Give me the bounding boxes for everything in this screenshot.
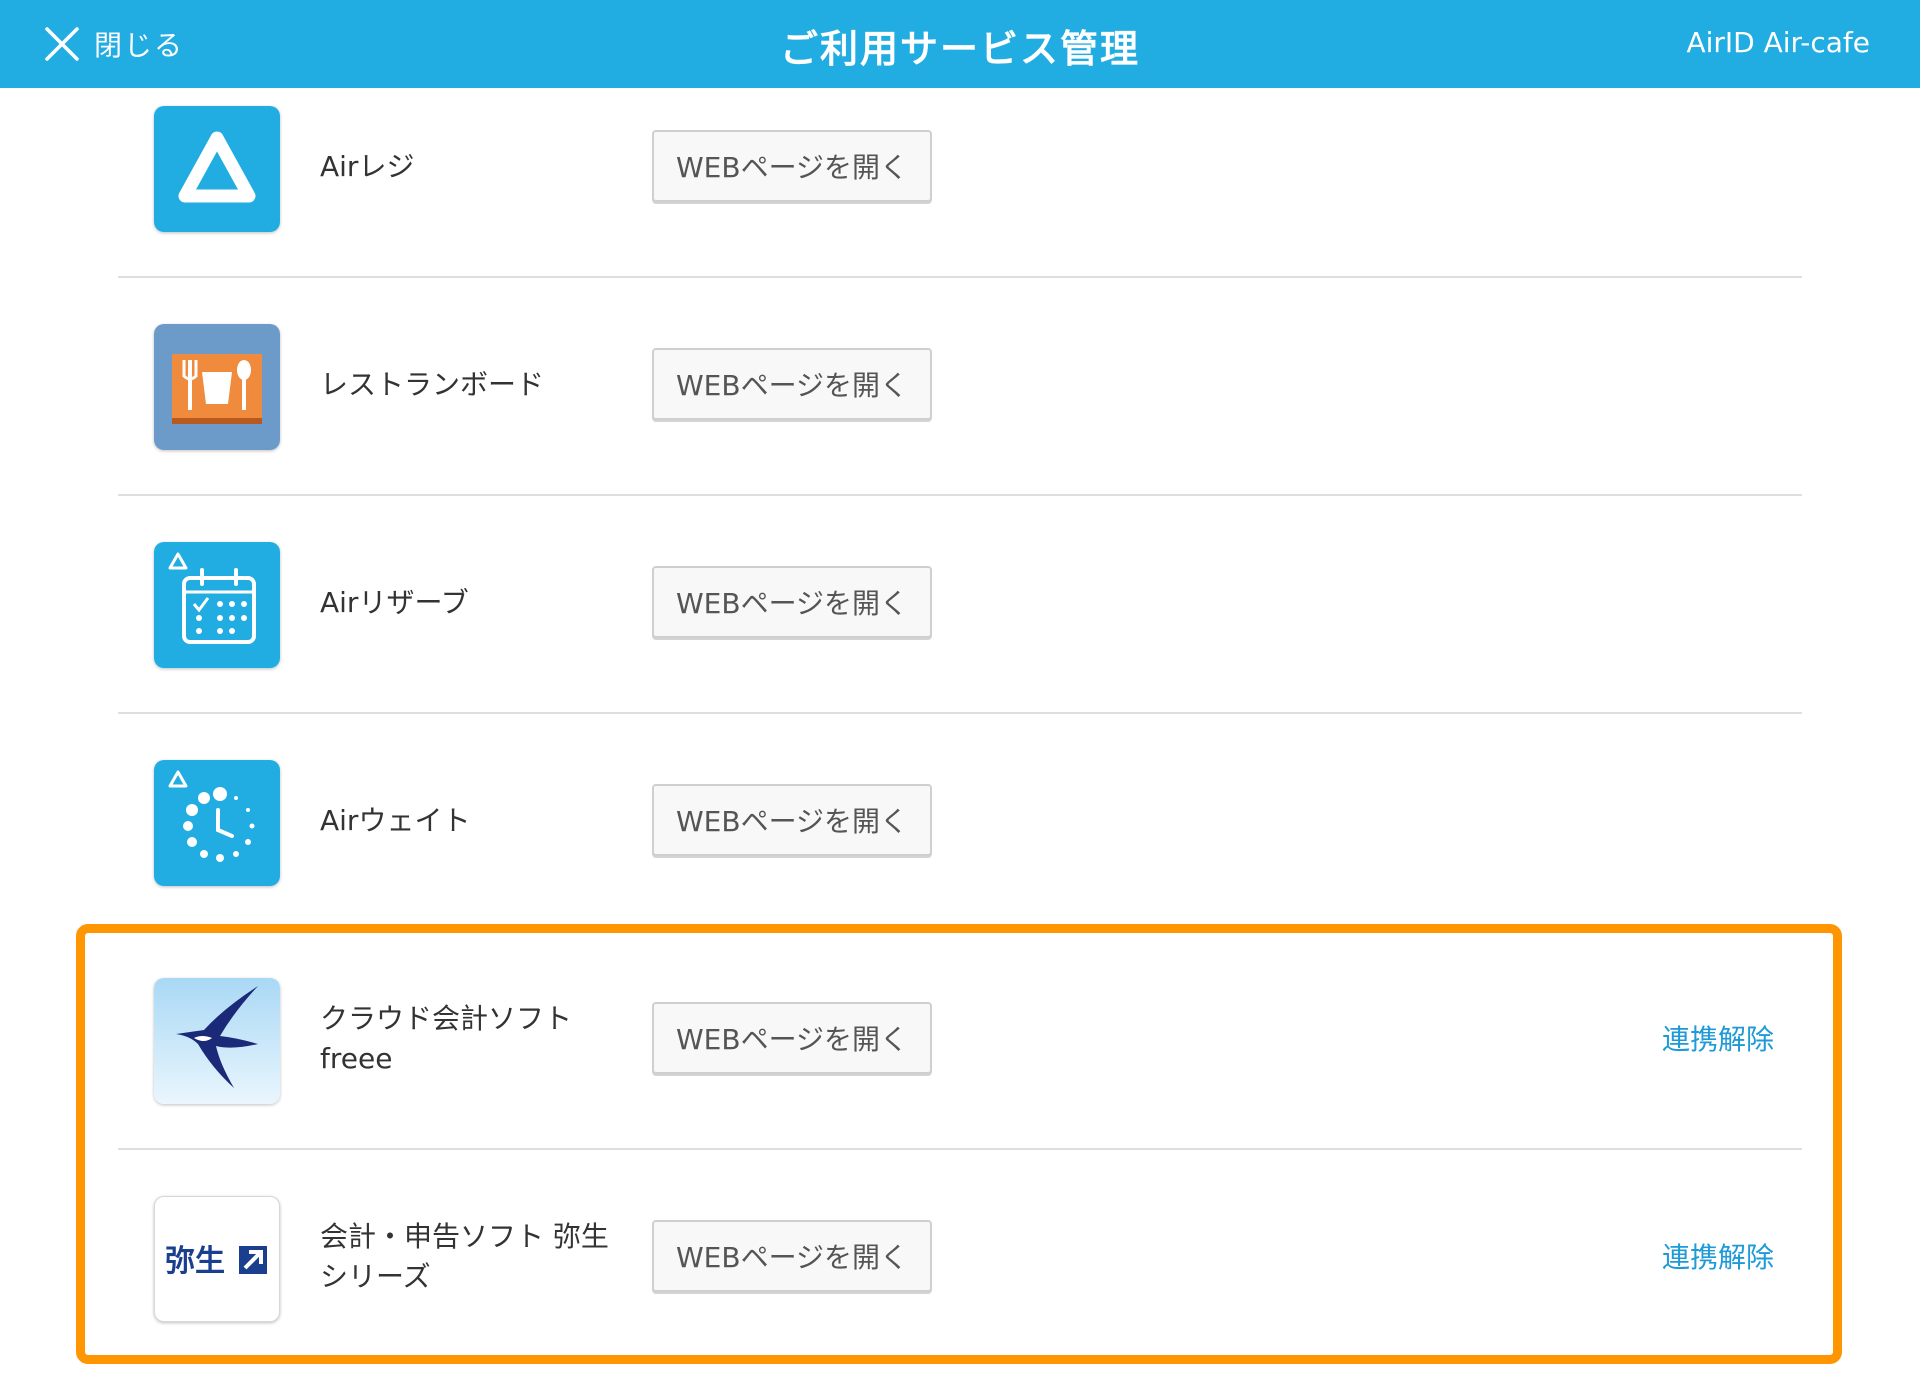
unlink-button[interactable]: 連携解除	[1662, 1018, 1774, 1058]
open-web-page-button[interactable]: WEBページを開く	[652, 348, 932, 420]
service-name-line1: Airレジ	[320, 150, 415, 183]
service-row-restaurant-board: レストランボード WEBページを開く	[118, 276, 1802, 496]
air-regi-icon	[154, 106, 280, 232]
service-row-air-reserve: Airリザーブ WEBページを開く	[118, 494, 1802, 714]
service-row-air-wait: Airウェイト WEBページを開く	[118, 712, 1802, 930]
svg-text:弥生: 弥生	[165, 1245, 225, 1278]
service-name: レストランボード	[320, 276, 630, 494]
open-web-page-button[interactable]: WEBページを開く	[652, 1002, 932, 1074]
air-reserve-icon	[154, 542, 280, 668]
open-web-page-button[interactable]: WEBページを開く	[652, 1220, 932, 1292]
service-name-line1: 会計・申告ソフト 弥生	[320, 1220, 609, 1253]
open-web-page-button[interactable]: WEBページを開く	[652, 130, 932, 202]
service-name-line1: レストランボード	[320, 368, 545, 401]
open-web-page-button[interactable]: WEBページを開く	[652, 566, 932, 638]
air-wait-icon	[154, 760, 280, 886]
yayoi-logo-icon: 弥生	[154, 1196, 280, 1322]
restaurant-board-icon	[154, 324, 280, 450]
service-name-line1: Airリザーブ	[320, 586, 469, 619]
service-name: Airリザーブ	[320, 494, 630, 712]
unlink-button[interactable]: 連携解除	[1662, 1236, 1774, 1276]
service-name-line1: クラウド会計ソフト	[320, 1002, 573, 1035]
freee-swallow-icon	[154, 978, 280, 1104]
service-name-line2: freee	[320, 1042, 393, 1075]
service-name-line1: Airウェイト	[320, 804, 471, 837]
open-web-page-button[interactable]: WEBページを開く	[652, 784, 932, 856]
service-name: クラウド会計ソフト freee	[320, 930, 630, 1148]
account-name: AirID Air-cafe	[1686, 26, 1870, 59]
service-row-freee: クラウド会計ソフト freee WEBページを開く 連携解除	[118, 930, 1802, 1150]
service-name: 会計・申告ソフト 弥生 シリーズ	[320, 1148, 630, 1366]
service-row-air-regi: Airレジ WEBページを開く	[118, 58, 1802, 278]
service-row-yayoi: 弥生 会計・申告ソフト 弥生 シリーズ WEBページを開く 連携解除	[118, 1148, 1802, 1366]
service-name-line2: シリーズ	[320, 1260, 431, 1293]
service-name: Airウェイト	[320, 712, 630, 930]
service-name: Airレジ	[320, 58, 630, 276]
